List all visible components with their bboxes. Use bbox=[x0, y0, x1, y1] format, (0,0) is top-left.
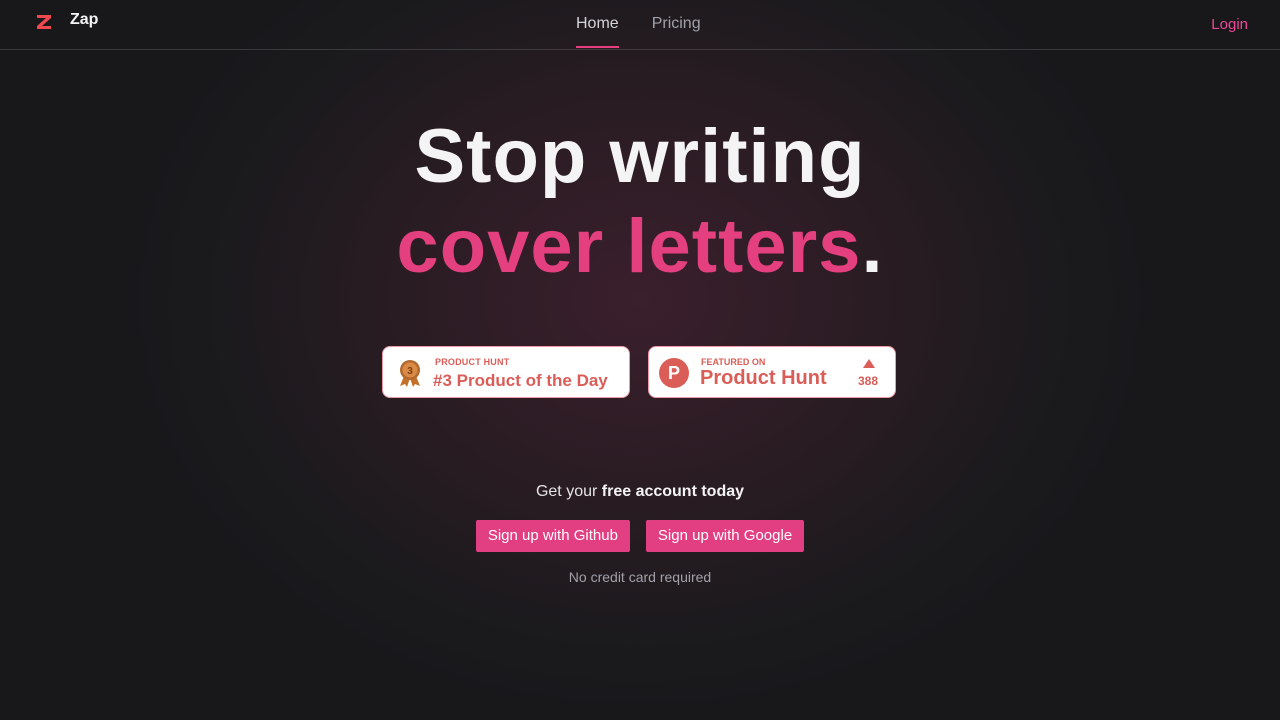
signup-google-button[interactable]: Sign up with Google bbox=[645, 520, 805, 552]
top-navbar: Zap Home Pricing Login bbox=[0, 0, 1280, 50]
login-link[interactable]: Login bbox=[1211, 16, 1248, 33]
hero-line-1: Stop writing bbox=[414, 114, 866, 199]
cta-text: Get your free account today bbox=[0, 482, 1280, 502]
featured-on-product-hunt-badge[interactable]: P FEATURED ON Product Hunt 388 bbox=[648, 346, 896, 398]
hero-period: . bbox=[861, 204, 884, 289]
product-hunt-name: Product Hunt bbox=[700, 367, 827, 389]
nav-link-home[interactable]: Home bbox=[576, 0, 619, 48]
zap-logo-icon bbox=[37, 15, 51, 29]
signup-cta: Get your free account today Sign up with… bbox=[0, 482, 1280, 585]
hero-line-2: cover letters. bbox=[0, 202, 1280, 292]
bronze-medal-icon: 3 bbox=[400, 360, 420, 387]
product-hunt-badges: 3 PRODUCT HUNT #3 Product of the Day P F… bbox=[382, 346, 914, 398]
nav-links: Home Pricing bbox=[576, 0, 734, 49]
no-credit-card-note: No credit card required bbox=[568, 569, 712, 585]
hero-headline: Stop writing cover letters. bbox=[0, 112, 1280, 292]
brand-logo[interactable]: Zap bbox=[34, 11, 99, 32]
signup-buttons: Sign up with Github Sign up with Google bbox=[0, 520, 1280, 552]
cta-strong: free account today bbox=[601, 483, 745, 500]
product-hunt-logo-icon: P bbox=[659, 358, 689, 388]
medal-number: 3 bbox=[407, 366, 413, 377]
cta-prefix: Get your bbox=[535, 483, 602, 500]
featured-on-label: FEATURED ON bbox=[701, 357, 766, 367]
product-of-day-title: #3 Product of the Day bbox=[433, 371, 608, 390]
product-of-day-small-label: PRODUCT HUNT bbox=[435, 357, 510, 367]
signup-github-button[interactable]: Sign up with Github bbox=[475, 520, 630, 552]
vote-count: 388 bbox=[858, 374, 879, 388]
brand-name: Zap bbox=[70, 11, 99, 28]
upvote-arrow-icon bbox=[863, 359, 875, 368]
product-of-day-badge[interactable]: 3 PRODUCT HUNT #3 Product of the Day bbox=[382, 346, 630, 398]
hero-highlight: cover letters bbox=[396, 204, 862, 289]
nav-link-pricing[interactable]: Pricing bbox=[652, 0, 701, 48]
